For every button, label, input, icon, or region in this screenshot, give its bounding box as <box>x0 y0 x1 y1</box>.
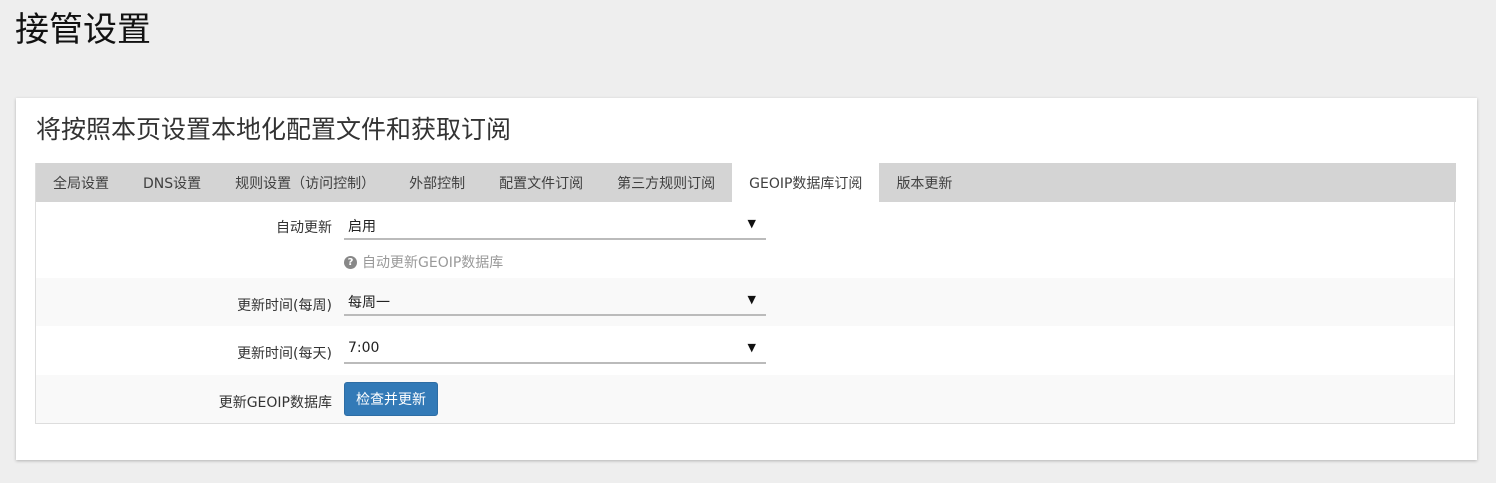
auto-update-hint-text: 自动更新GEOIP数据库 <box>362 255 504 271</box>
update-now-row: 更新GEOIP数据库 检查并更新 <box>36 375 1454 423</box>
update-now-label: 更新GEOIP数据库 <box>218 395 332 411</box>
tab-bar: 全局设置 DNS设置 规则设置（访问控制） 外部控制 配置文件订阅 第三方规则订… <box>36 163 1456 202</box>
auto-update-select[interactable]: 启用 ▼ <box>344 210 766 240</box>
update-time-value: 7:00 <box>348 340 380 356</box>
chevron-down-icon: ▼ <box>747 217 756 230</box>
tab-version-update[interactable]: 版本更新 <box>879 163 969 202</box>
tab-geoip-subscription[interactable]: GEOIP数据库订阅 <box>732 163 880 202</box>
update-weekday-row: 更新时间(每周) 每周一 ▼ <box>36 278 1454 326</box>
page-title: 接管设置 <box>15 10 151 50</box>
tab-config-subscription[interactable]: 配置文件订阅 <box>482 163 600 202</box>
tab-external-control[interactable]: 外部控制 <box>392 163 482 202</box>
update-weekday-select[interactable]: 每周一 ▼ <box>344 286 766 316</box>
chevron-down-icon: ▼ <box>747 293 756 306</box>
auto-update-row: 自动更新 启用 ▼ ? 自动更新GEOIP数据库 <box>36 202 1454 278</box>
update-time-select[interactable]: 7:00 ▼ <box>344 334 766 364</box>
auto-update-value: 启用 <box>348 219 376 235</box>
update-time-label: 更新时间(每天) <box>237 346 332 362</box>
panel-title: 将按照本页设置本地化配置文件和获取订阅 <box>36 115 512 144</box>
tab-area: 全局设置 DNS设置 规则设置（访问控制） 外部控制 配置文件订阅 第三方规则订… <box>35 163 1456 424</box>
help-icon: ? <box>344 255 357 269</box>
update-time-row: 更新时间(每天) 7:00 ▼ <box>36 326 1454 375</box>
settings-panel: 将按照本页设置本地化配置文件和获取订阅 全局设置 DNS设置 规则设置（访问控制… <box>16 98 1477 460</box>
chevron-down-icon: ▼ <box>747 341 756 354</box>
tab-rule-settings[interactable]: 规则设置（访问控制） <box>218 163 392 202</box>
tab-dns-settings[interactable]: DNS设置 <box>126 163 218 202</box>
update-weekday-value: 每周一 <box>348 295 390 311</box>
update-weekday-label: 更新时间(每周) <box>237 298 332 314</box>
auto-update-hint: ? 自动更新GEOIP数据库 <box>344 252 503 272</box>
auto-update-label: 自动更新 <box>276 220 332 236</box>
tab-third-party-rules[interactable]: 第三方规则订阅 <box>600 163 732 202</box>
tab-global-settings[interactable]: 全局设置 <box>36 163 126 202</box>
check-and-update-button[interactable]: 检查并更新 <box>344 382 438 416</box>
